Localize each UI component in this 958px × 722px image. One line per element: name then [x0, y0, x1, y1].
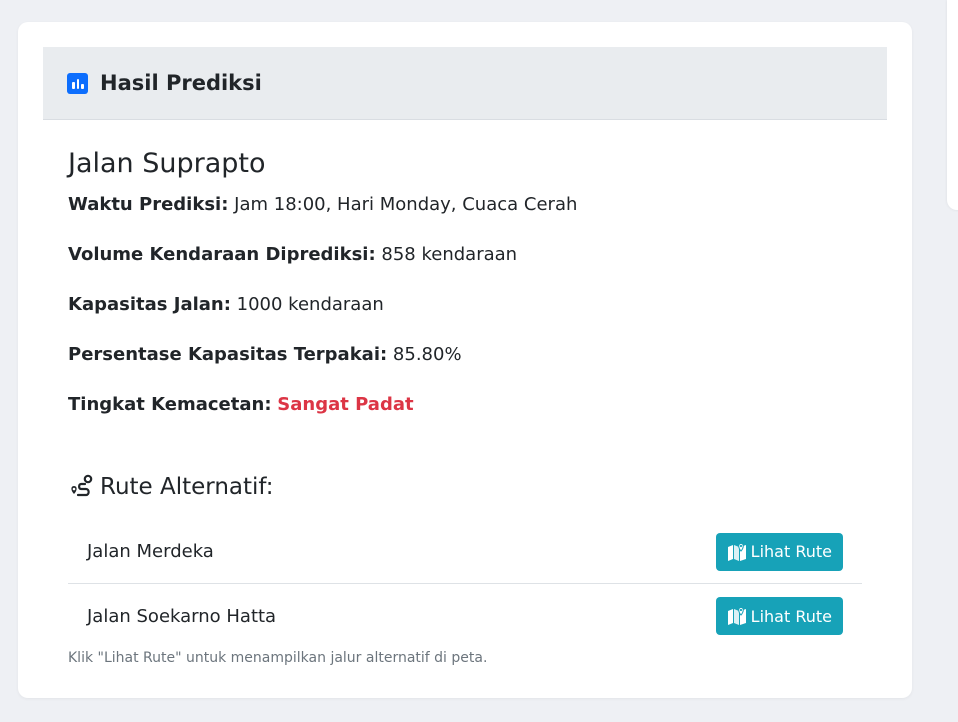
road-name: Jalan Suprapto [68, 148, 266, 179]
route-icon [71, 474, 93, 497]
card-title: Hasil Prediksi [100, 71, 262, 95]
view-route-label: Lihat Rute [750, 606, 832, 626]
side-panel-edge [947, 0, 958, 210]
route-list: Jalan Merdeka Lihat Rute Jalan Soekarno … [68, 520, 862, 648]
prediction-time-value: Jam 18:00, Hari Monday, Cuaca Cerah [234, 194, 578, 215]
capacity-label: Kapasitas Jalan: [68, 294, 231, 315]
prediction-time-row: Waktu Prediksi: Jam 18:00, Hari Monday, … [68, 194, 577, 215]
view-route-label: Lihat Rute [750, 542, 832, 561]
map-icon [727, 606, 746, 625]
capacity-value: 1000 kendaraan [236, 294, 384, 315]
view-route-button[interactable]: Lihat Rute [715, 597, 843, 635]
alternative-routes-heading: Rute Alternatif: [68, 474, 273, 500]
route-name: Jalan Merdeka [87, 541, 214, 562]
prediction-card: Hasil Prediksi Jalan Suprapto Waktu Pred… [18, 22, 912, 698]
volume-row: Volume Kendaraan Diprediksi: 858 kendara… [68, 244, 517, 265]
capacity-row: Kapasitas Jalan: 1000 kendaraan [68, 294, 384, 315]
usage-row: Persentase Kapasitas Terpakai: 85.80% [68, 344, 462, 365]
list-item: Jalan Merdeka Lihat Rute [68, 520, 862, 584]
usage-label: Persentase Kapasitas Terpakai: [68, 344, 388, 365]
view-route-button[interactable]: Lihat Rute [715, 532, 843, 571]
bar-chart-icon [67, 72, 88, 94]
congestion-label: Tingkat Kemacetan: [68, 394, 272, 415]
list-item: Jalan Soekarno Hatta Lihat Rute [68, 584, 862, 648]
map-icon [727, 542, 746, 561]
volume-label: Volume Kendaraan Diprediksi: [68, 244, 376, 265]
congestion-row: Tingkat Kemacetan: Sangat Padat [68, 394, 414, 415]
alternative-routes-title: Rute Alternatif: [100, 474, 274, 500]
card-header: Hasil Prediksi [43, 47, 887, 120]
route-hint-text: Klik "Lihat Rute" untuk menampilkan jalu… [68, 650, 488, 666]
congestion-value: Sangat Padat [277, 394, 414, 415]
route-name: Jalan Soekarno Hatta [87, 605, 277, 627]
volume-value: 858 kendaraan [381, 244, 518, 265]
prediction-time-label: Waktu Prediksi: [68, 194, 229, 215]
usage-value: 85.80% [392, 344, 462, 365]
